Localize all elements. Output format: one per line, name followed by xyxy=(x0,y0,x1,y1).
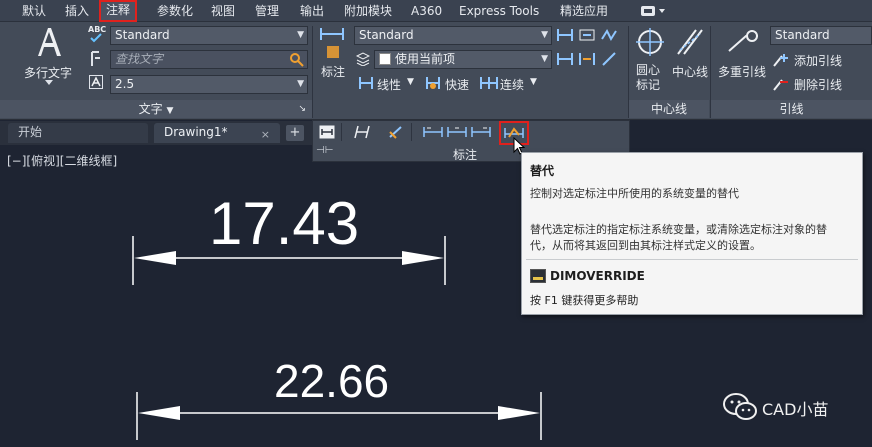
tooltip-title: 替代 xyxy=(530,164,555,178)
wechat-icon xyxy=(723,393,757,420)
tooltip-summary: 控制对选定标注中所使用的系统变量的替代 xyxy=(530,187,739,200)
tooltip-detail-line1: 替代选定标注的指定标注系统变量，或清除选定标注对象的替 xyxy=(530,223,827,236)
tooltip-help: 按 F1 键获得更多帮助 xyxy=(530,294,639,307)
divider xyxy=(526,259,858,260)
command-line-icon xyxy=(530,269,546,283)
tooltip-detail-line2: 代，从而将其返回到由其标注样式定义的设置。 xyxy=(530,239,761,252)
dimension-text-bottom[interactable]: 22.66 xyxy=(274,352,389,410)
dimension-text-top[interactable]: 17.43 xyxy=(209,188,359,260)
override-tooltip: 替代 控制对选定标注中所使用的系统变量的替代 替代选定标注的指定标注系统变量，或… xyxy=(521,152,863,315)
watermark-text: CAD小苗 xyxy=(762,400,829,419)
tooltip-command: DIMOVERRIDE xyxy=(550,269,645,283)
